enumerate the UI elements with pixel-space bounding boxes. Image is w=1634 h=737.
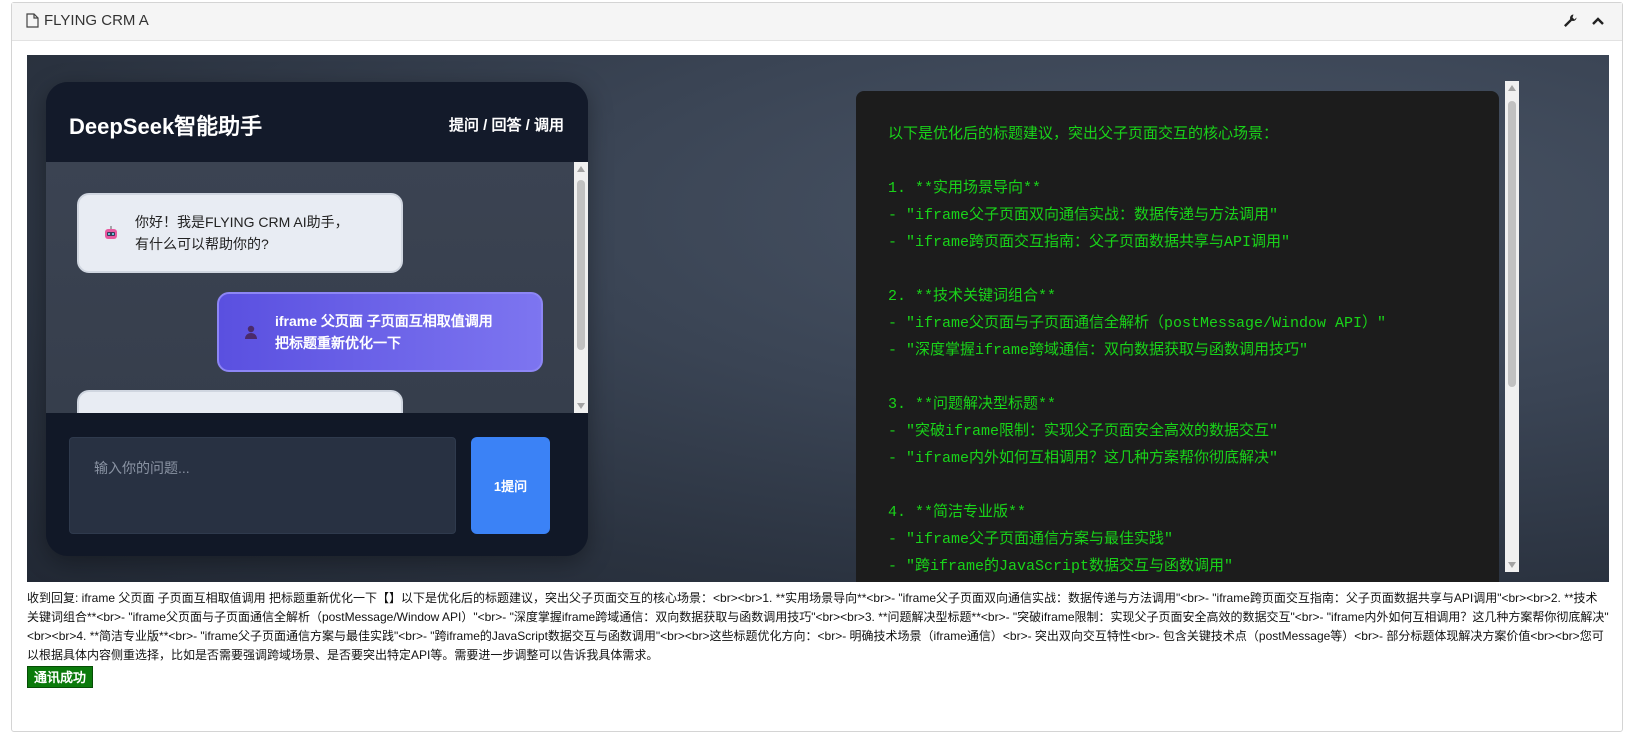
panel-title: FLYING CRM A xyxy=(44,12,149,29)
scroll-down-arrow-icon[interactable] xyxy=(577,403,585,409)
user-message-line: iframe 父页面 子页面互相取值调用 xyxy=(275,313,493,329)
status-badge: 通讯成功 xyxy=(27,666,94,688)
scroll-down-arrow-icon[interactable] xyxy=(1508,562,1516,568)
bot-message: 你好！我是FLYING CRM AI助手， 有什么可以帮助你的? xyxy=(77,193,403,273)
ask-button[interactable]: 1提问 xyxy=(471,437,550,534)
terminal-scrollbar[interactable] xyxy=(1505,81,1519,572)
user-message-line: 把标题重新优化一下 xyxy=(275,335,401,351)
scroll-up-arrow-icon[interactable] xyxy=(1508,85,1516,91)
chat-tabs[interactable]: 提问 / 回答 / 调用 xyxy=(449,114,564,135)
chat-card: DeepSeek智能助手 提问 / 回答 / 调用 你好！我是FLYING CR… xyxy=(46,82,588,556)
bot-message-text: 你好！我是FLYING CRM AI助手， 有什么可以帮助你的? xyxy=(135,211,349,255)
user-icon xyxy=(243,324,259,340)
panel-header: FLYING CRM A xyxy=(12,3,1622,41)
scrollbar-thumb[interactable] xyxy=(1508,101,1516,387)
robot-icon xyxy=(103,225,119,241)
terminal-output: 以下是优化后的标题建议，突出父子页面交互的核心场景： 1. **实用场景导向**… xyxy=(888,126,1387,575)
chat-header: DeepSeek智能助手 提问 / 回答 / 调用 xyxy=(46,82,588,162)
user-message: iframe 父页面 子页面互相取值调用 把标题重新优化一下 xyxy=(217,292,543,372)
question-input[interactable] xyxy=(69,437,456,534)
user-message-text: iframe 父页面 子页面互相取值调用 把标题重新优化一下 xyxy=(275,310,493,354)
bot-message-line: 有什么可以帮助你的? xyxy=(135,236,269,252)
bot-message-line: 你好！我是FLYING CRM AI助手， xyxy=(135,214,349,230)
crm-panel: FLYING CRM A DeepSeek智能助手 提问 / 回答 / 调用 你… xyxy=(11,2,1623,732)
wrench-icon[interactable] xyxy=(1562,13,1578,29)
chevron-up-icon[interactable] xyxy=(1590,13,1606,29)
chat-messages[interactable]: 你好！我是FLYING CRM AI助手， 有什么可以帮助你的? iframe … xyxy=(46,162,574,413)
chat-title: DeepSeek智能助手 xyxy=(69,114,263,139)
document-icon xyxy=(26,13,39,28)
app-stage: DeepSeek智能助手 提问 / 回答 / 调用 你好！我是FLYING CR… xyxy=(27,55,1609,582)
panel-tools xyxy=(1562,13,1606,29)
scrollbar-thumb[interactable] xyxy=(577,180,585,350)
response-terminal[interactable]: 以下是优化后的标题建议，突出父子页面交互的核心场景： 1. **实用场景导向**… xyxy=(856,91,1499,582)
scroll-up-arrow-icon[interactable] xyxy=(577,166,585,172)
panel-title-wrap: FLYING CRM A xyxy=(26,12,149,29)
chat-input-area: 1提问 xyxy=(46,413,588,556)
bot-message-partial xyxy=(77,390,403,413)
chat-scrollbar[interactable] xyxy=(574,162,588,413)
raw-response-text: 收到回复: iframe 父页面 子页面互相取值调用 把标题重新优化一下【】以下… xyxy=(27,591,1609,662)
